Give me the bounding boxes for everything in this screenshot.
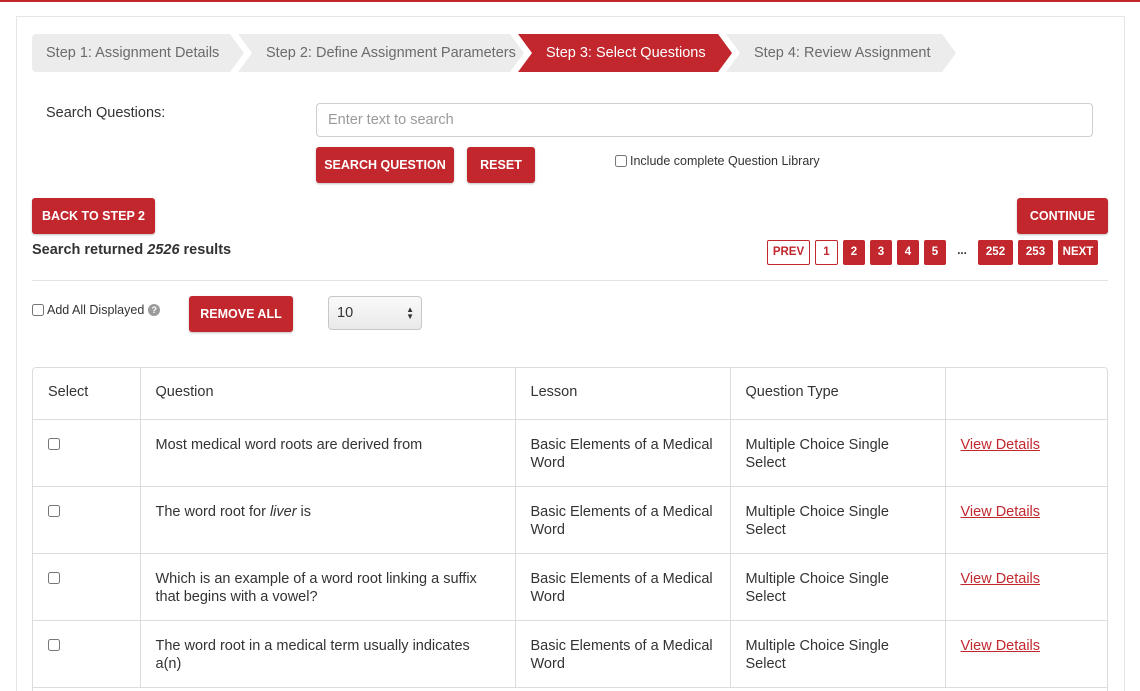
pagination-page-5[interactable]: 5 bbox=[924, 240, 946, 265]
question-text-end: is bbox=[296, 503, 312, 520]
questions-table: Select Question Lesson Question Type Mos… bbox=[32, 367, 1108, 691]
add-all-displayed-checkbox[interactable] bbox=[32, 304, 44, 316]
question-emphasis: liver bbox=[269, 503, 297, 520]
question-text: The word root for bbox=[155, 503, 270, 520]
select-cell bbox=[33, 418, 141, 487]
pagination-page-2[interactable]: 2 bbox=[843, 240, 865, 265]
row-select-checkbox[interactable] bbox=[48, 571, 60, 584]
table-row: The word root for liver is Basic Element… bbox=[33, 485, 1107, 554]
reset-button[interactable]: RESET bbox=[467, 147, 535, 183]
question-cell: The word root for liver is bbox=[139, 485, 516, 554]
row-select-checkbox[interactable] bbox=[48, 504, 60, 517]
select-cell bbox=[33, 552, 141, 621]
select-cell bbox=[33, 619, 141, 688]
continue-button[interactable]: CONTINUE bbox=[1017, 198, 1108, 234]
row-select-checkbox[interactable] bbox=[48, 437, 60, 450]
header-actions bbox=[944, 368, 1107, 420]
include-library-checkbox[interactable] bbox=[615, 155, 627, 167]
add-all-displayed-label: Add All Displayed bbox=[47, 303, 145, 317]
pagination-next[interactable]: NEXT bbox=[1058, 240, 1098, 265]
per-page-value: 10 bbox=[337, 305, 354, 321]
actions-cell: View Details bbox=[944, 619, 1107, 688]
back-to-step-2-button[interactable]: BACK TO STEP 2 bbox=[32, 198, 155, 234]
pagination-page-3[interactable]: 3 bbox=[870, 240, 892, 265]
table-row: Most medical word roots are derived from… bbox=[33, 418, 1107, 487]
pagination-prev[interactable]: PREV bbox=[767, 240, 810, 265]
question-circle-icon[interactable]: ? bbox=[148, 304, 161, 316]
header-question-type: Question Type bbox=[729, 368, 946, 420]
question-type-cell: Multiple Choice Single Select bbox=[729, 619, 946, 688]
step-review-assignment[interactable]: Step 4: Review Assignment bbox=[726, 34, 956, 72]
view-details-link[interactable]: View Details bbox=[961, 571, 1041, 587]
results-count: 2526 bbox=[147, 242, 180, 258]
pagination-page-253[interactable]: 253 bbox=[1018, 240, 1053, 265]
per-page-select[interactable]: 10 ▲ ▼ bbox=[328, 296, 422, 330]
step-define-parameters[interactable]: Step 2: Define Assignment Parameters bbox=[238, 34, 524, 72]
select-arrows-icon: ▲ ▼ bbox=[406, 305, 414, 321]
results-prefix: Search returned bbox=[32, 242, 148, 258]
step-select-questions[interactable]: Step 3: Select Questions bbox=[518, 34, 732, 72]
actions-cell: View Details bbox=[944, 552, 1107, 621]
results-suffix: results bbox=[179, 242, 232, 258]
remove-all-button[interactable]: REMOVE ALL bbox=[189, 296, 293, 332]
include-library-label: Include complete Question Library bbox=[630, 154, 820, 168]
header-select: Select bbox=[33, 368, 141, 420]
pagination-page-4[interactable]: 4 bbox=[897, 240, 919, 265]
step-assignment-details[interactable]: Step 1: Assignment Details bbox=[32, 34, 244, 72]
question-cell: The word root in a medical term usually … bbox=[139, 619, 516, 688]
add-all-displayed-option: Add All Displayed ? bbox=[32, 303, 161, 317]
view-details-link[interactable]: View Details bbox=[961, 504, 1041, 520]
question-cell: Most medical word roots are derived from bbox=[139, 418, 516, 487]
wizard-steps: Step 1: Assignment Details Step 2: Defin… bbox=[32, 34, 972, 72]
search-label: Search Questions: bbox=[46, 105, 166, 121]
question-type-cell: Multiple Choice Single Select bbox=[729, 418, 946, 487]
header-lesson: Lesson bbox=[514, 368, 731, 420]
lesson-cell: Basic Elements of a Medical Word bbox=[514, 552, 731, 621]
top-accent-line bbox=[0, 0, 1140, 2]
section-divider bbox=[32, 280, 1108, 281]
question-text: The word root in a medical term usually … bbox=[155, 637, 470, 672]
actions-cell: View Details bbox=[944, 418, 1107, 487]
view-details-link[interactable]: View Details bbox=[961, 437, 1041, 453]
question-cell: Which is an example of a word root linki… bbox=[139, 552, 516, 621]
row-select-checkbox[interactable] bbox=[48, 638, 60, 651]
lesson-cell: Basic Elements of a Medical Word bbox=[514, 485, 731, 554]
question-text: Which is an example of a word root linki… bbox=[155, 570, 477, 605]
pagination-page-252[interactable]: 252 bbox=[978, 240, 1013, 265]
question-type-cell: Multiple Choice Single Select bbox=[729, 552, 946, 621]
question-text: Most medical word roots are derived from bbox=[155, 436, 423, 453]
view-details-link[interactable]: View Details bbox=[961, 638, 1041, 654]
pagination-ellipsis: ... bbox=[957, 245, 967, 257]
lesson-cell: Basic Elements of a Medical Word bbox=[514, 619, 731, 688]
table-row: The word root in a medical term usually … bbox=[33, 619, 1107, 688]
question-type-cell: Multiple Choice Single Select bbox=[729, 485, 946, 554]
header-question: Question bbox=[139, 368, 516, 420]
actions-cell: View Details bbox=[944, 485, 1107, 554]
include-library-option: Include complete Question Library bbox=[615, 154, 820, 168]
select-cell bbox=[33, 485, 141, 554]
pagination-page-1[interactable]: 1 bbox=[815, 240, 838, 265]
results-summary: Search returned 2526 results bbox=[32, 242, 231, 258]
table-header-row: Select Question Lesson Question Type bbox=[33, 368, 1107, 420]
search-input[interactable] bbox=[316, 103, 1093, 137]
search-question-button[interactable]: SEARCH QUESTION bbox=[316, 147, 454, 183]
lesson-cell: Basic Elements of a Medical Word bbox=[514, 418, 731, 487]
table-row: Which is an example of a word root linki… bbox=[33, 552, 1107, 621]
